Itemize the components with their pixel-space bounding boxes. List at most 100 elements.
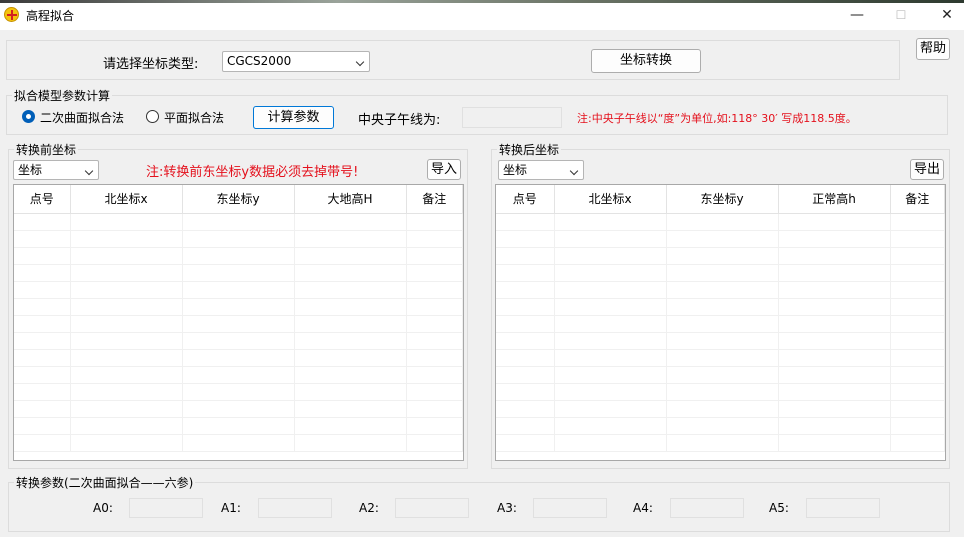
table-row[interactable] (14, 400, 463, 418)
before-format-select[interactable]: 坐标 (13, 160, 99, 180)
table-row[interactable] (496, 247, 945, 265)
table-row[interactable] (496, 434, 945, 452)
table-cell[interactable] (14, 247, 71, 265)
table-cell[interactable] (890, 264, 945, 282)
table-cell[interactable] (406, 332, 463, 350)
table-cell[interactable] (14, 349, 71, 367)
table-cell[interactable] (182, 230, 295, 248)
table-row[interactable] (496, 298, 945, 316)
meridian-field[interactable] (462, 107, 562, 128)
table-cell[interactable] (496, 383, 555, 401)
radio-quadratic[interactable] (22, 110, 35, 123)
table-cell[interactable] (496, 281, 555, 299)
table-cell[interactable] (554, 400, 667, 418)
table-cell[interactable] (294, 366, 407, 384)
table-cell[interactable] (14, 383, 71, 401)
maximize-button[interactable]: ☐ (886, 4, 916, 26)
table-cell[interactable] (666, 417, 779, 435)
table-cell[interactable] (890, 213, 945, 231)
table-row[interactable] (496, 349, 945, 367)
table-row[interactable] (14, 298, 463, 316)
param-a1-field[interactable] (258, 498, 332, 518)
table-cell[interactable] (778, 400, 891, 418)
help-button[interactable]: 帮助 (916, 38, 950, 60)
table-cell[interactable] (778, 247, 891, 265)
table-cell[interactable] (666, 400, 779, 418)
table-cell[interactable] (554, 315, 667, 333)
table-row[interactable] (496, 264, 945, 282)
table-row[interactable] (496, 400, 945, 418)
table-cell[interactable] (294, 315, 407, 333)
table-cell[interactable] (14, 400, 71, 418)
column-header[interactable]: 备注 (406, 185, 463, 214)
table-cell[interactable] (182, 417, 295, 435)
table-cell[interactable] (406, 434, 463, 452)
table-cell[interactable] (294, 298, 407, 316)
table-cell[interactable] (890, 230, 945, 248)
table-cell[interactable] (406, 298, 463, 316)
table-cell[interactable] (890, 366, 945, 384)
radio-plane-label[interactable]: 平面拟合法 (164, 109, 224, 126)
table-cell[interactable] (890, 400, 945, 418)
column-header[interactable]: 正常高h (778, 185, 891, 214)
table-cell[interactable] (70, 383, 183, 401)
table-cell[interactable] (182, 400, 295, 418)
table-cell[interactable] (890, 383, 945, 401)
table-cell[interactable] (406, 247, 463, 265)
table-row[interactable] (14, 383, 463, 401)
table-cell[interactable] (182, 281, 295, 299)
table-cell[interactable] (666, 230, 779, 248)
table-cell[interactable] (778, 315, 891, 333)
table-row[interactable] (496, 230, 945, 248)
table-cell[interactable] (294, 349, 407, 367)
table-cell[interactable] (294, 400, 407, 418)
table-cell[interactable] (890, 315, 945, 333)
table-cell[interactable] (890, 247, 945, 265)
table-cell[interactable] (182, 332, 295, 350)
table-cell[interactable] (666, 366, 779, 384)
table-cell[interactable] (406, 264, 463, 282)
table-cell[interactable] (554, 281, 667, 299)
after-format-select[interactable]: 坐标 (498, 160, 584, 180)
table-row[interactable] (496, 366, 945, 384)
table-cell[interactable] (666, 281, 779, 299)
table-row[interactable] (14, 366, 463, 384)
table-cell[interactable] (890, 434, 945, 452)
table-cell[interactable] (496, 264, 555, 282)
table-row[interactable] (496, 213, 945, 231)
table-cell[interactable] (778, 281, 891, 299)
table-cell[interactable] (778, 383, 891, 401)
radio-plane[interactable] (146, 110, 159, 123)
table-cell[interactable] (182, 366, 295, 384)
table-cell[interactable] (70, 230, 183, 248)
table-cell[interactable] (182, 247, 295, 265)
table-row[interactable] (496, 417, 945, 435)
table-cell[interactable] (554, 264, 667, 282)
table-cell[interactable] (666, 434, 779, 452)
table-row[interactable] (14, 332, 463, 350)
table-row[interactable] (14, 230, 463, 248)
table-cell[interactable] (496, 349, 555, 367)
radio-quadratic-label[interactable]: 二次曲面拟合法 (40, 109, 124, 126)
table-cell[interactable] (70, 298, 183, 316)
table-cell[interactable] (554, 247, 667, 265)
table-cell[interactable] (70, 264, 183, 282)
table-cell[interactable] (778, 332, 891, 350)
table-cell[interactable] (890, 417, 945, 435)
table-cell[interactable] (890, 281, 945, 299)
import-button[interactable]: 导入 (427, 159, 461, 180)
minimize-button[interactable]: — (842, 4, 872, 26)
table-cell[interactable] (496, 230, 555, 248)
table-cell[interactable] (182, 383, 295, 401)
table-cell[interactable] (554, 417, 667, 435)
table-cell[interactable] (406, 213, 463, 231)
table-row[interactable] (496, 383, 945, 401)
table-cell[interactable] (890, 349, 945, 367)
column-header[interactable]: 北坐标x (554, 185, 667, 214)
table-cell[interactable] (406, 230, 463, 248)
table-cell[interactable] (554, 213, 667, 231)
table-cell[interactable] (778, 434, 891, 452)
table-cell[interactable] (496, 247, 555, 265)
table-cell[interactable] (890, 298, 945, 316)
table-cell[interactable] (406, 417, 463, 435)
